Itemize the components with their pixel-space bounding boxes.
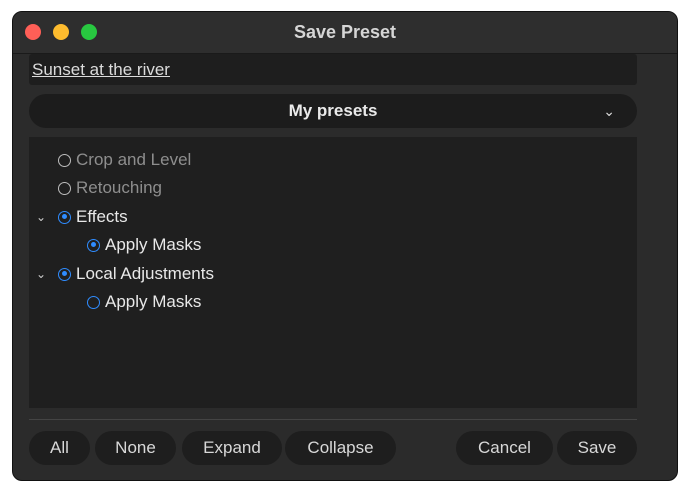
save-button[interactable]: Save [557,431,637,465]
tree-item-effects-apply-masks[interactable]: Apply Masks [87,232,201,258]
radio-icon[interactable] [87,295,100,309]
divider [29,419,637,420]
title-bar: Save Preset [13,12,677,54]
radio-checked-icon[interactable] [87,238,100,252]
collapse-button[interactable]: Collapse [285,431,396,465]
radio-icon[interactable] [58,181,71,195]
tree-item-label: Apply Masks [105,292,202,311]
select-all-button[interactable]: All [29,431,90,465]
tree-item-retouching[interactable]: Retouching [42,175,162,201]
tree-item-label: Retouching [76,178,163,197]
expand-button[interactable]: Expand [182,431,282,465]
dialog-title: Save Preset [293,22,397,42]
tree-item-crop-and-level[interactable]: Crop and Level [42,147,191,173]
preset-group-label: My presets [288,101,378,120]
radio-checked-icon[interactable] [58,267,71,281]
tree-item-label: Local Adjustments [76,264,214,283]
chevron-down-icon: ⌄ [603,103,615,119]
tree-item-local-apply-masks[interactable]: Apply Masks [87,289,201,315]
tree-item-effects[interactable]: ⌄ Effects [36,204,128,230]
radio-icon[interactable] [58,153,71,167]
preset-group-dropdown[interactable]: My presets ⌄ [29,94,637,128]
select-none-button[interactable]: None [95,431,176,465]
cancel-button[interactable]: Cancel [456,431,553,465]
preset-name-input[interactable] [29,54,637,85]
tree-item-label: Apply Masks [105,235,202,254]
chevron-down-icon[interactable]: ⌄ [36,204,58,230]
preset-settings-tree: Crop and Level Retouching ⌄ Effects Appl… [29,137,637,408]
chevron-down-icon[interactable]: ⌄ [36,261,58,287]
tree-item-label: Effects [76,207,128,226]
tree-item-label: Crop and Level [76,150,192,169]
tree-item-local-adjustments[interactable]: ⌄ Local Adjustments [36,261,214,287]
radio-checked-icon[interactable] [58,210,71,224]
